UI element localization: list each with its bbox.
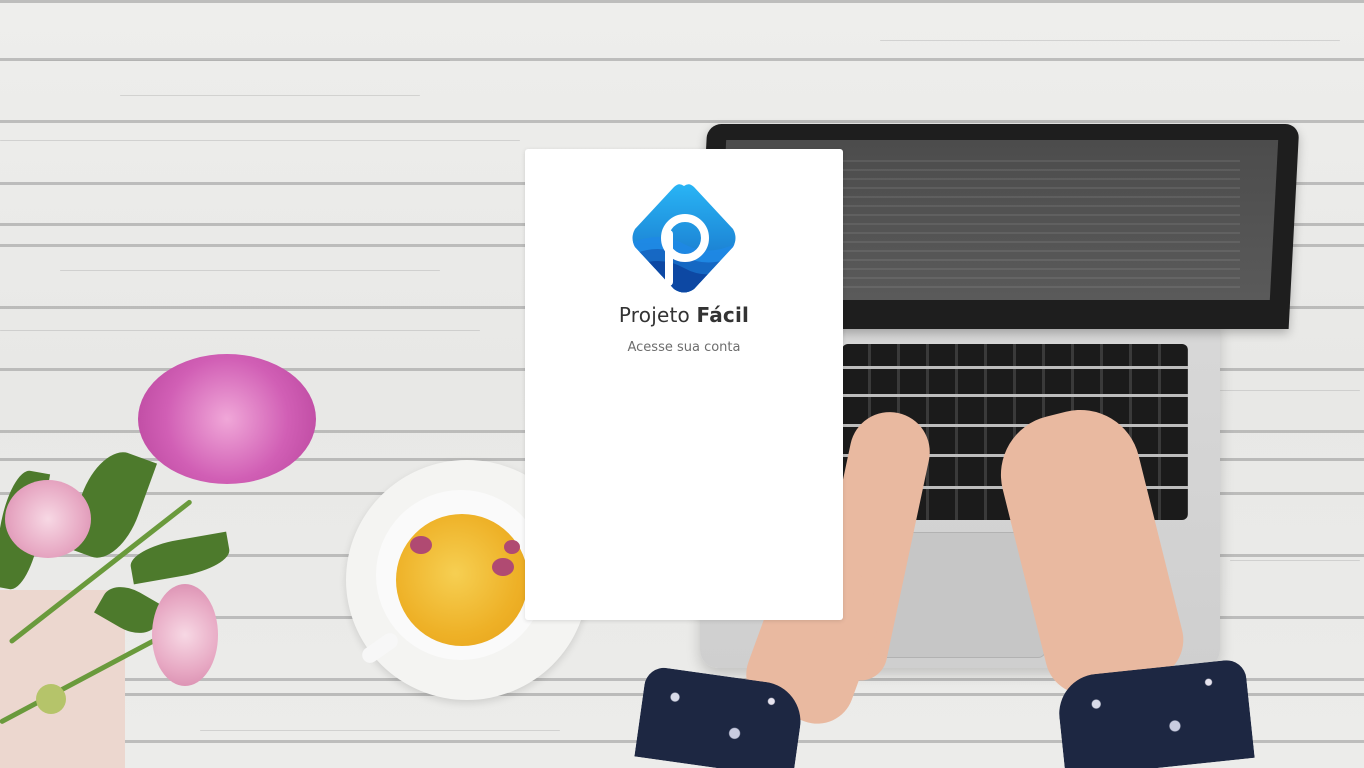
flower-bud — [504, 540, 520, 554]
login-subtitle: Acesse sua conta — [627, 340, 741, 355]
wood-grain — [1220, 390, 1360, 391]
wood-grain — [120, 95, 420, 96]
wood-grain — [0, 140, 520, 141]
projeto-facil-logo-icon — [632, 184, 736, 293]
login-card: Projeto Fácil Acesse sua conta — [525, 149, 843, 620]
flower-bud — [492, 558, 514, 576]
wood-plank-line — [0, 0, 1364, 3]
wood-grain — [880, 40, 1340, 41]
flower-bud — [410, 536, 432, 554]
wood-grain — [0, 330, 480, 331]
peony-flower — [138, 354, 316, 484]
flower-bud — [36, 684, 66, 714]
brand-name-regular: Projeto — [618, 303, 690, 327]
wood-grain — [30, 60, 450, 61]
ranunculus-flower — [5, 480, 91, 558]
wood-grain — [200, 730, 560, 731]
ranunculus-flower — [152, 584, 218, 686]
keyboard-row-gap — [842, 366, 1188, 369]
brand-name-bold: Fácil — [696, 303, 750, 327]
wood-grain — [60, 270, 440, 271]
brand-name: Projeto Fácil — [525, 303, 843, 327]
wood-grain — [1230, 560, 1360, 561]
keyboard-row-gap — [842, 394, 1188, 397]
tea — [396, 514, 528, 646]
